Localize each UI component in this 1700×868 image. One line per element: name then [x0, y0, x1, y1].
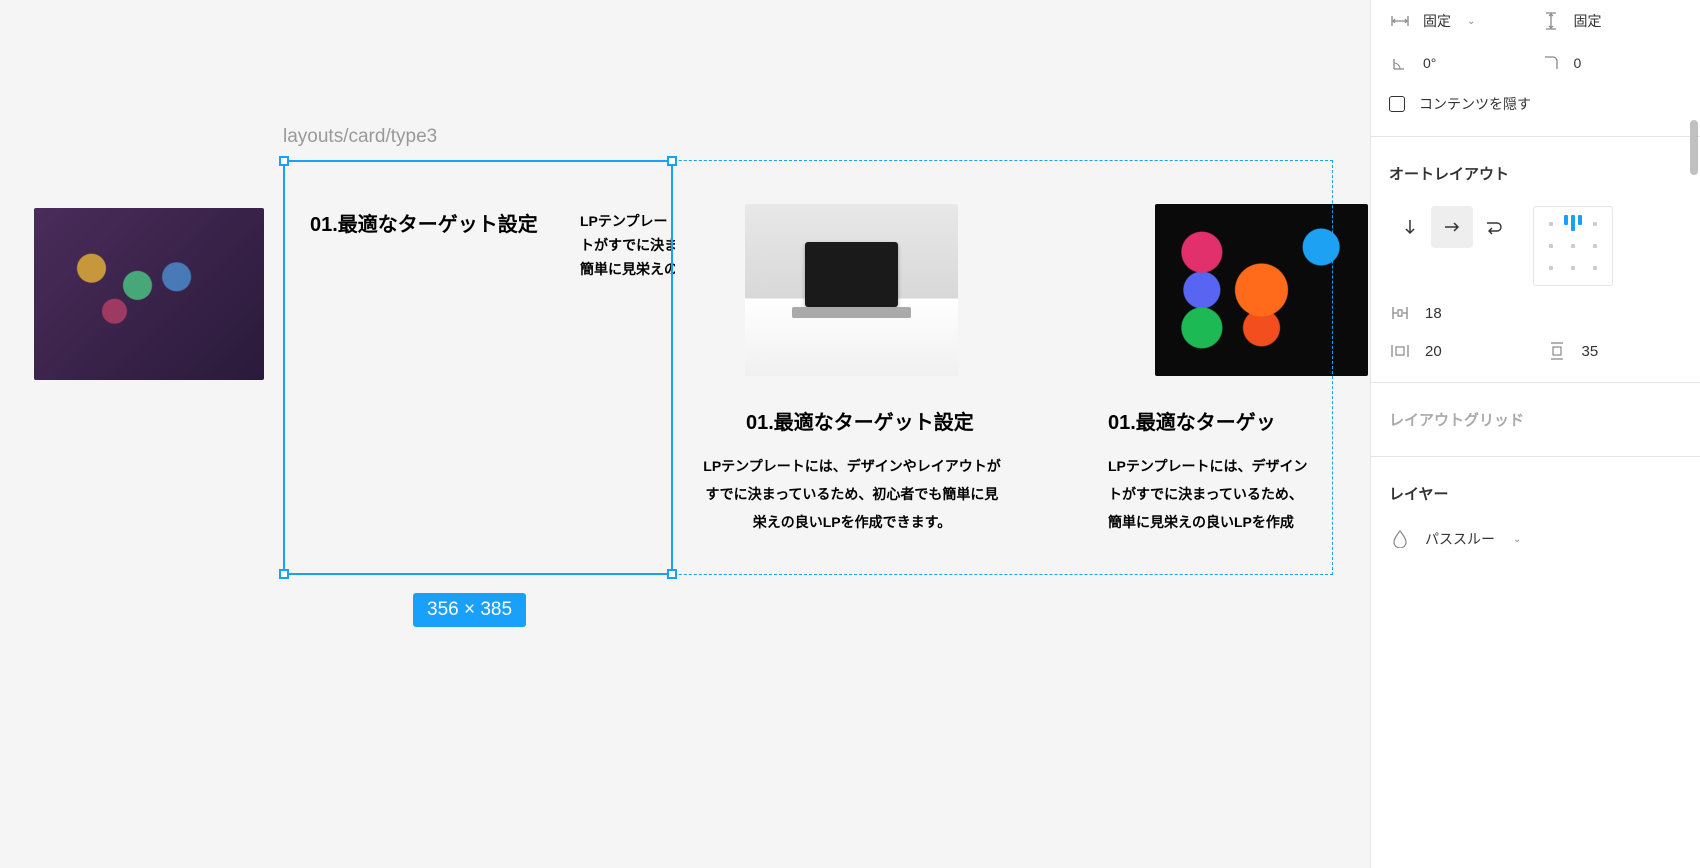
auto-layout-section-title: オートレイアウト — [1371, 149, 1700, 198]
horizontal-padding-icon — [1389, 340, 1411, 362]
vertical-padding-value: 35 — [1582, 343, 1599, 360]
gap-row: 18 — [1371, 294, 1700, 332]
arrow-down-icon — [1402, 218, 1418, 236]
alignment-picker[interactable] — [1533, 206, 1613, 286]
horizontal-direction-button[interactable] — [1431, 206, 1473, 248]
resize-handle-tl[interactable] — [279, 156, 289, 166]
chevron-down-icon: ⌄ — [1467, 16, 1475, 27]
resize-handle-br[interactable] — [667, 569, 677, 579]
selection-dimensions-badge: 356 × 385 — [413, 593, 526, 627]
vertical-padding-input[interactable]: 35 — [1546, 340, 1683, 362]
panel-scrollbar[interactable] — [1690, 120, 1698, 175]
layer-section-title: レイヤー — [1371, 469, 1700, 518]
vertical-resize-icon — [1540, 10, 1562, 32]
clip-content-label: コンテンツを隠す — [1419, 94, 1531, 114]
clip-content-toggle[interactable]: コンテンツを隠す — [1371, 84, 1700, 124]
rotation-input[interactable]: 0° — [1389, 52, 1532, 74]
corner-radius-input[interactable]: 0 — [1540, 52, 1683, 74]
horizontal-padding-input[interactable]: 20 — [1389, 340, 1526, 362]
properties-panel: 固定 ⌄ 固定 0° 0 コンテンツを隠す オートレイアウト — [1370, 0, 1700, 868]
blend-mode-dropdown[interactable]: パススルー ⌄ — [1371, 518, 1700, 560]
blend-mode-icon — [1389, 528, 1411, 550]
horizontal-resize-dropdown[interactable]: 固定 ⌄ — [1389, 10, 1532, 32]
layer-name-label[interactable]: layouts/card/type3 — [283, 126, 437, 148]
design-canvas[interactable]: layouts/card/type3 01.最適なターゲット設定 LPテンプレー… — [0, 0, 1370, 868]
wrap-icon — [1484, 219, 1504, 235]
alignment-top-center-icon — [1564, 215, 1582, 231]
item-spacing-icon — [1389, 302, 1411, 324]
padding-row: 20 35 — [1371, 332, 1700, 370]
auto-layout-direction-group — [1389, 206, 1515, 248]
blend-mode-value: パススルー — [1425, 529, 1495, 549]
vertical-resize-dropdown[interactable]: 固定 — [1540, 10, 1683, 32]
item-spacing-input[interactable]: 18 — [1389, 302, 1526, 324]
angle-icon — [1389, 52, 1411, 74]
vertical-direction-button[interactable] — [1389, 206, 1431, 248]
horizontal-resize-icon — [1389, 10, 1411, 32]
resize-row: 固定 ⌄ 固定 — [1371, 0, 1700, 42]
horizontal-padding-value: 20 — [1425, 343, 1442, 360]
divider — [1371, 382, 1700, 383]
rotation-radius-row: 0° 0 — [1371, 42, 1700, 84]
wrap-direction-button[interactable] — [1473, 206, 1515, 248]
horizontal-resize-value: 固定 — [1423, 11, 1451, 31]
corner-radius-value: 0 — [1574, 55, 1582, 71]
item-spacing-value: 18 — [1425, 305, 1442, 322]
rotation-value: 0° — [1423, 55, 1436, 71]
selection-box[interactable] — [283, 160, 673, 575]
chevron-down-icon: ⌄ — [1513, 534, 1521, 545]
layout-grid-section-title[interactable]: レイアウトグリッド — [1371, 395, 1700, 444]
auto-layout-controls — [1371, 198, 1700, 294]
resize-handle-tr[interactable] — [667, 156, 677, 166]
resize-handle-bl[interactable] — [279, 569, 289, 579]
corner-radius-icon — [1540, 52, 1562, 74]
divider — [1371, 136, 1700, 137]
vertical-resize-value: 固定 — [1574, 11, 1602, 31]
card-image-1[interactable] — [34, 208, 264, 380]
arrow-right-icon — [1443, 219, 1461, 235]
vertical-padding-icon — [1546, 340, 1568, 362]
checkbox-icon — [1389, 96, 1405, 112]
divider — [1371, 456, 1700, 457]
